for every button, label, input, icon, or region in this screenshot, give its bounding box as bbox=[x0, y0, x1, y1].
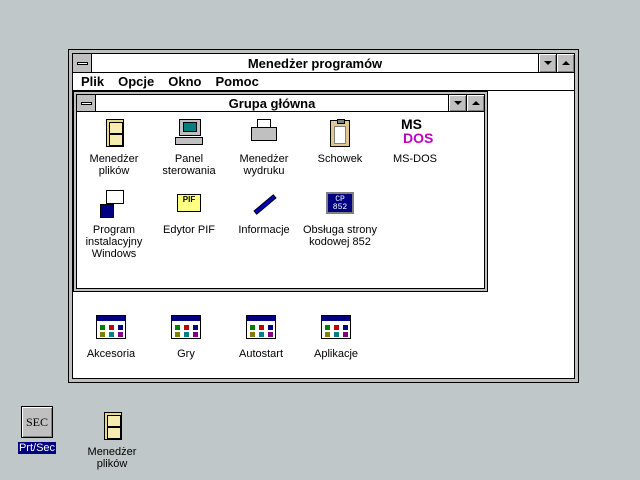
desktop-icon-label: Prt/Sec bbox=[17, 442, 57, 454]
program-group-icon bbox=[320, 312, 352, 344]
menu-plik[interactable]: Plik bbox=[81, 74, 104, 89]
icon-msdos[interactable]: MS DOS MS-DOS bbox=[375, 117, 455, 165]
program-group-icon bbox=[170, 312, 202, 344]
minimize-icon bbox=[453, 101, 462, 105]
icon-clipboard[interactable]: Schowek bbox=[300, 117, 380, 165]
group-autostart[interactable]: Autostart bbox=[221, 312, 301, 360]
icon-label: Program instalacyjny Windows bbox=[85, 224, 143, 260]
icon-label: Obsługa strony kodowej 852 bbox=[303, 224, 377, 248]
icon-label: Menedżer wydruku bbox=[239, 153, 289, 177]
icon-label: MS-DOS bbox=[393, 153, 437, 165]
desktop-icon-label: Menedżer plików bbox=[87, 446, 137, 470]
printer-icon bbox=[248, 117, 280, 149]
system-menu-button[interactable] bbox=[73, 54, 92, 72]
group-label: Autostart bbox=[238, 348, 284, 360]
menubar: Plik Opcje Okno Pomoc bbox=[73, 73, 574, 91]
minimize-icon bbox=[543, 61, 552, 65]
menu-opcje[interactable]: Opcje bbox=[118, 74, 154, 89]
maximize-icon bbox=[561, 61, 570, 65]
program-group-icon bbox=[245, 312, 277, 344]
group-akcesoria[interactable]: Akcesoria bbox=[71, 312, 151, 360]
group-label: Gry bbox=[177, 348, 195, 360]
icon-label: Schowek bbox=[317, 153, 363, 165]
icon-label: Panel sterowania bbox=[162, 153, 216, 177]
pif-icon: PIF bbox=[173, 188, 205, 220]
icon-windows-setup[interactable]: Program instalacyjny Windows bbox=[74, 188, 154, 260]
system-menu-icon bbox=[76, 61, 88, 65]
icon-print-manager[interactable]: Menedżer wydruku bbox=[224, 117, 304, 177]
program-manager-titlebar[interactable]: Menedżer programów bbox=[73, 54, 574, 73]
group-title: Grupa główna bbox=[228, 95, 316, 111]
file-cabinet-icon bbox=[98, 117, 130, 149]
group-aplikacje[interactable]: Aplikacje bbox=[296, 312, 376, 360]
icon-label: Edytor PIF bbox=[163, 224, 215, 236]
pen-icon bbox=[248, 188, 280, 220]
system-menu-icon bbox=[80, 101, 92, 105]
maximize-icon bbox=[471, 101, 480, 105]
icon-codepage-852[interactable]: CP 852 Obsługa strony kodowej 852 bbox=[300, 188, 380, 248]
desktop-icon-file-manager[interactable]: Menedżer plików bbox=[72, 410, 152, 470]
group-gry[interactable]: Gry bbox=[146, 312, 226, 360]
icon-label: Menedżer plików bbox=[89, 153, 139, 177]
minimize-button[interactable] bbox=[538, 54, 556, 72]
group-minimize-button[interactable] bbox=[448, 95, 466, 111]
group-maximize-button[interactable] bbox=[466, 95, 484, 111]
control-panel-icon bbox=[173, 117, 205, 149]
codepage-icon: CP 852 bbox=[324, 188, 356, 220]
clipboard-icon bbox=[324, 117, 356, 149]
sec-icon: SEC bbox=[21, 406, 53, 438]
group-label: Akcesoria bbox=[86, 348, 136, 360]
setup-icon bbox=[98, 188, 130, 220]
maximize-button[interactable] bbox=[556, 54, 574, 72]
icon-information[interactable]: Informacje bbox=[224, 188, 304, 236]
main-group-window: Grupa główna Menedżer plików Panel stero… bbox=[73, 91, 488, 292]
menu-okno[interactable]: Okno bbox=[168, 74, 201, 89]
icon-label: Informacje bbox=[238, 224, 290, 236]
file-cabinet-icon bbox=[96, 410, 128, 442]
icon-pif-editor[interactable]: PIF Edytor PIF bbox=[149, 188, 229, 236]
group-system-menu-button[interactable] bbox=[77, 95, 96, 111]
program-group-icon bbox=[95, 312, 127, 344]
window-title: Menedżer programów bbox=[247, 55, 383, 71]
msdos-icon: MS DOS bbox=[401, 116, 434, 146]
group-label: Aplikacje bbox=[313, 348, 359, 360]
group-titlebar[interactable]: Grupa główna bbox=[77, 95, 484, 112]
menu-pomoc[interactable]: Pomoc bbox=[215, 74, 258, 89]
desktop-icon-prtsec[interactable]: SEC Prt/Sec bbox=[0, 406, 77, 454]
icon-file-manager[interactable]: Menedżer plików bbox=[74, 117, 154, 177]
icon-control-panel[interactable]: Panel sterowania bbox=[149, 117, 229, 177]
